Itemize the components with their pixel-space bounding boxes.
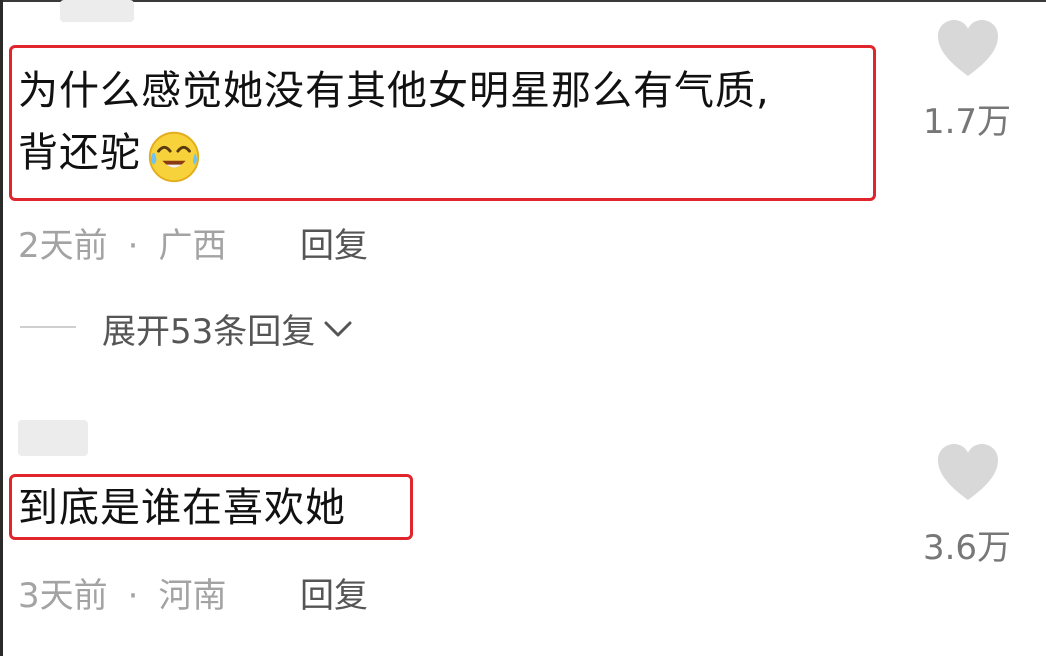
expand-replies-label: 展开53条回复 — [102, 312, 316, 352]
reply-button[interactable]: 回复 — [300, 218, 368, 267]
comment-text-line: 为什么感觉她没有其他女明星那么有气质, — [18, 68, 770, 114]
screenshot-left-edge — [0, 0, 3, 656]
comment-location: 河南 — [158, 576, 227, 616]
comment-time: 3天前 — [18, 576, 108, 616]
like-count: 1.7万 — [922, 102, 1012, 142]
expand-replies-button[interactable]: 展开53条回复 — [102, 304, 353, 353]
comment-location: 广西 — [158, 226, 227, 266]
meta-separator: · — [127, 226, 139, 266]
screenshot-top-edge — [0, 0, 1046, 2]
avatar[interactable] — [18, 420, 88, 456]
meta-separator: · — [127, 576, 139, 616]
crying-laughing-emoji-icon — [148, 131, 200, 183]
comment-text-line: 背还驼 — [18, 122, 770, 184]
comment-text[interactable]: 到底是谁在喜欢她 — [18, 477, 346, 539]
comment-meta: 2天前 · 广西 — [18, 218, 226, 267]
like-heart-icon[interactable] — [936, 18, 1000, 82]
like-heart-icon[interactable] — [936, 442, 1000, 506]
like-count: 3.6万 — [922, 528, 1012, 568]
chevron-down-icon — [324, 321, 352, 336]
expand-divider — [20, 326, 76, 328]
reply-button[interactable]: 回复 — [300, 568, 368, 617]
comment-text-line: 到底是谁在喜欢她 — [18, 485, 346, 531]
comment-meta: 3天前 · 河南 — [18, 568, 226, 617]
comment-time: 2天前 — [18, 226, 108, 266]
comment-text[interactable]: 为什么感觉她没有其他女明星那么有气质, 背还驼 — [18, 60, 770, 184]
avatar[interactable] — [60, 0, 134, 22]
